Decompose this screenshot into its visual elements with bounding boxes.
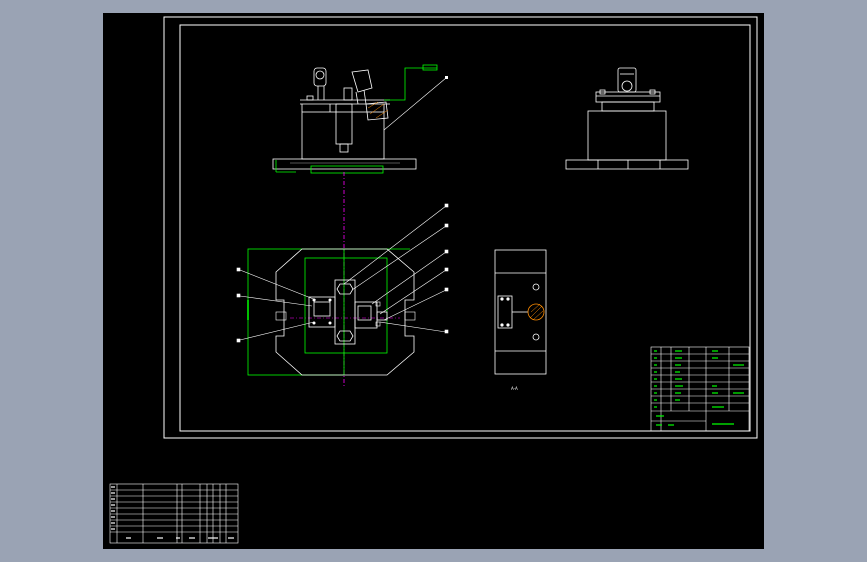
section-view-label: A-A [511,386,518,391]
leader-balloon-icon [445,76,448,79]
cad-viewport[interactable]: A-A [0,0,867,562]
drawing-paper[interactable] [103,13,764,549]
